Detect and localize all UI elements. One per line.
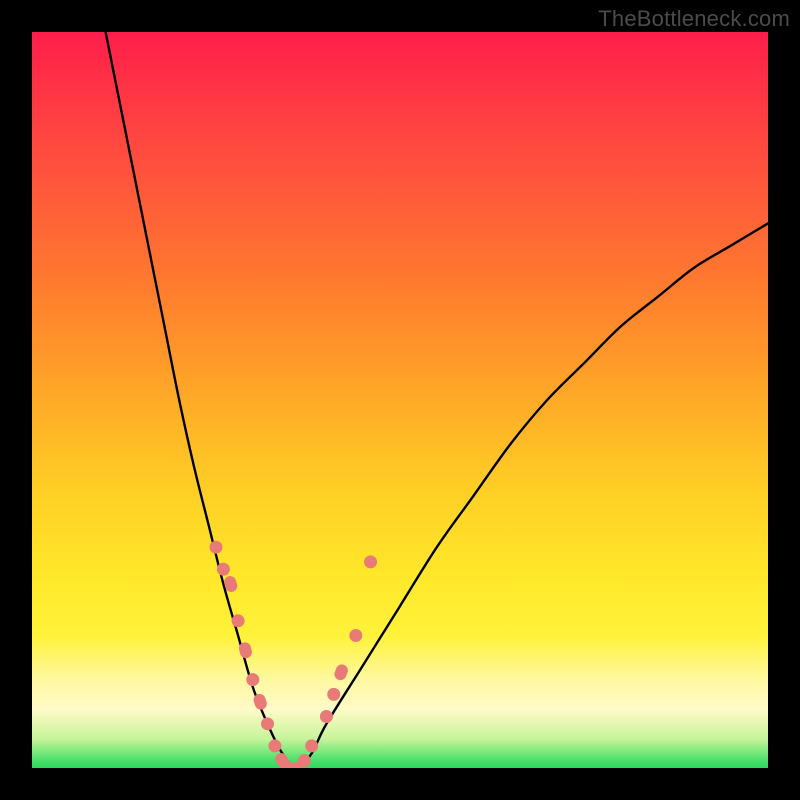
marker-dot [268,739,281,752]
bottleneck-curve-path [106,32,768,768]
marker-dot [261,717,274,730]
marker-dot [320,710,333,723]
marker-dot [305,739,318,752]
marker-group [210,541,378,768]
marker-lozenge [333,663,350,682]
chart-frame: TheBottleneck.com [0,0,800,800]
plot-area [32,32,768,768]
marker-dot [349,629,362,642]
curve-svg [32,32,768,768]
marker-dot [246,673,259,686]
marker-dot [210,541,223,554]
watermark-text: TheBottleneck.com [598,6,790,32]
marker-dot [364,555,377,568]
marker-dot [217,563,230,576]
marker-dot [232,614,245,627]
marker-dot [298,754,311,767]
marker-dot [327,688,340,701]
